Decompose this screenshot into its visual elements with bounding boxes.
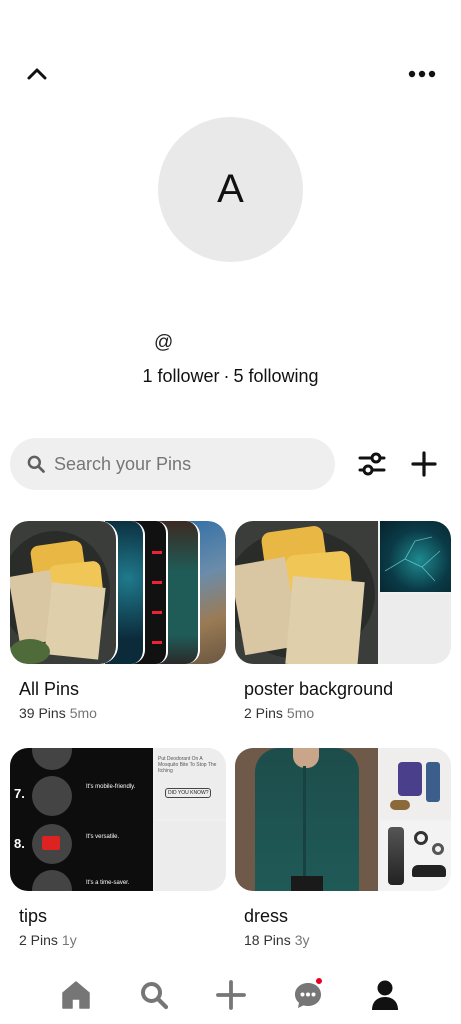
nav-profile[interactable] bbox=[365, 975, 405, 1015]
plus-icon bbox=[411, 451, 437, 477]
board-age: 5mo bbox=[69, 705, 97, 721]
filter-sliders-icon bbox=[358, 452, 386, 476]
avatar-letter: A bbox=[217, 167, 244, 211]
pin-thumb-network bbox=[380, 521, 451, 592]
search-icon bbox=[27, 455, 45, 473]
home-icon bbox=[62, 981, 90, 1009]
add-board-button[interactable] bbox=[406, 446, 442, 482]
network-lines bbox=[384, 536, 441, 582]
board-pin-count: 2 Pins bbox=[244, 705, 283, 721]
board-title: dress bbox=[244, 906, 289, 926]
empty-thumb bbox=[155, 821, 226, 891]
board-age: 1y bbox=[61, 932, 77, 948]
board-cover bbox=[10, 521, 226, 664]
pin-thumb-accessories bbox=[380, 821, 451, 891]
board-tips[interactable]: 7. It's mobile-friendly. 8. It's versati… bbox=[10, 748, 226, 948]
board-dress[interactable]: dress 18 Pins 3y bbox=[235, 748, 451, 948]
tip-num-8: 8. bbox=[14, 836, 25, 851]
pin-thumb-food bbox=[235, 521, 378, 664]
separator: · bbox=[223, 366, 230, 386]
more-options-button[interactable] bbox=[405, 59, 439, 89]
tip-text-9: It's a time-saver. bbox=[86, 880, 130, 886]
top-bar bbox=[0, 55, 461, 95]
pin-thumb-did-you-know: Put Deodorant On A Mosquito Bite To Stop… bbox=[155, 748, 226, 819]
board-title: All Pins bbox=[19, 679, 80, 699]
pin-thumb-green-shirt bbox=[235, 748, 378, 891]
nav-home[interactable] bbox=[56, 975, 96, 1015]
followers-count[interactable]: 1 follower bbox=[142, 366, 219, 386]
board-pin-count: 2 Pins bbox=[19, 932, 58, 948]
board-title: tips bbox=[19, 906, 48, 926]
tip-text-8: It's versatile. bbox=[86, 834, 120, 840]
board-meta: 2 Pins 5mo bbox=[244, 705, 451, 721]
board-meta: 2 Pins 1y bbox=[19, 932, 226, 948]
board-all-pins[interactable]: All Pins 39 Pins 5mo bbox=[10, 521, 226, 721]
bottom-navigation bbox=[0, 965, 461, 1024]
empty-thumb bbox=[380, 594, 451, 664]
profile-icon bbox=[372, 980, 398, 1010]
tip-num-7: 7. bbox=[14, 786, 25, 801]
follow-stats: 1 follower · 5 following bbox=[0, 366, 461, 387]
username-handle: @ bbox=[154, 332, 174, 353]
did-you-know-badge: DID YOU KNOW? bbox=[165, 788, 212, 798]
board-cover: 7. It's mobile-friendly. 8. It's versati… bbox=[10, 748, 226, 891]
board-age: 5mo bbox=[286, 705, 315, 721]
board-age: 3y bbox=[294, 932, 310, 948]
nav-messages[interactable] bbox=[288, 975, 328, 1015]
search-icon bbox=[141, 982, 169, 1010]
notification-dot bbox=[315, 977, 323, 985]
board-cover bbox=[235, 748, 451, 891]
pin-thumb-tips-infographic: 7. It's mobile-friendly. 8. It's versati… bbox=[10, 748, 153, 891]
search-pins-bar[interactable] bbox=[10, 438, 335, 490]
board-pin-count: 39 Pins bbox=[19, 705, 66, 721]
side-pin-text: Put Deodorant On A Mosquito Bite To Stop… bbox=[158, 756, 217, 774]
nav-search[interactable] bbox=[134, 975, 174, 1015]
board-meta: 39 Pins 5mo bbox=[19, 705, 226, 721]
board-title: poster background bbox=[244, 679, 394, 699]
board-cover bbox=[235, 521, 451, 664]
filter-button[interactable] bbox=[354, 446, 390, 482]
plus-icon bbox=[216, 980, 246, 1010]
avatar[interactable]: A bbox=[158, 117, 303, 262]
chevron-up-icon bbox=[27, 68, 47, 80]
search-pins-input[interactable] bbox=[54, 453, 304, 475]
board-poster-background[interactable]: poster background 2 Pins 5mo bbox=[235, 521, 451, 721]
back-button[interactable] bbox=[22, 59, 52, 89]
following-count[interactable]: 5 following bbox=[233, 366, 318, 386]
pin-thumb-food bbox=[10, 521, 118, 664]
nav-create[interactable] bbox=[211, 975, 251, 1015]
more-dots-icon bbox=[408, 70, 436, 78]
board-pin-count: 18 Pins bbox=[244, 932, 291, 948]
pin-thumb-flatlay bbox=[380, 748, 451, 819]
board-meta: 18 Pins 3y bbox=[244, 932, 451, 948]
tip-text-7: It's mobile-friendly. bbox=[86, 784, 136, 790]
